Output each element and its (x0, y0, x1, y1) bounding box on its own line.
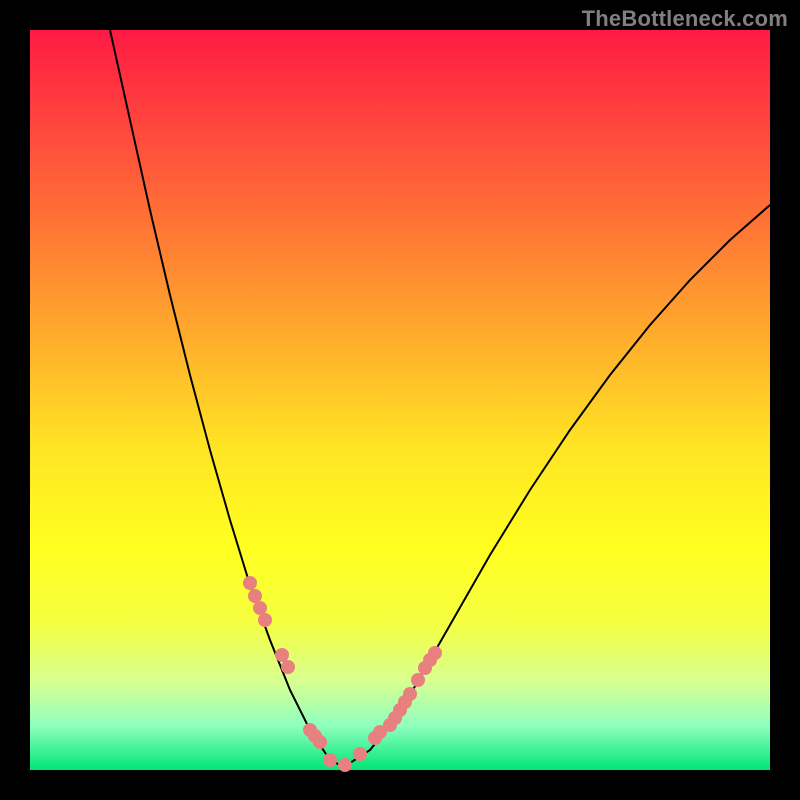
highlight-dot (323, 753, 337, 767)
highlight-dot (403, 687, 417, 701)
highlight-dot (353, 747, 367, 761)
highlight-dot (411, 673, 425, 687)
highlight-dot (275, 648, 289, 662)
highlight-dot (258, 613, 272, 627)
highlight-dot (253, 601, 267, 615)
highlight-dot (313, 735, 327, 749)
highlight-dot (338, 758, 352, 772)
highlight-dot (428, 646, 442, 660)
highlight-dot (243, 576, 257, 590)
chart-plot-area (30, 30, 770, 770)
highlight-dot (281, 660, 295, 674)
highlight-dot (248, 589, 262, 603)
highlight-markers (243, 576, 442, 772)
attribution-label: TheBottleneck.com (582, 6, 788, 32)
chart-svg (30, 30, 770, 770)
